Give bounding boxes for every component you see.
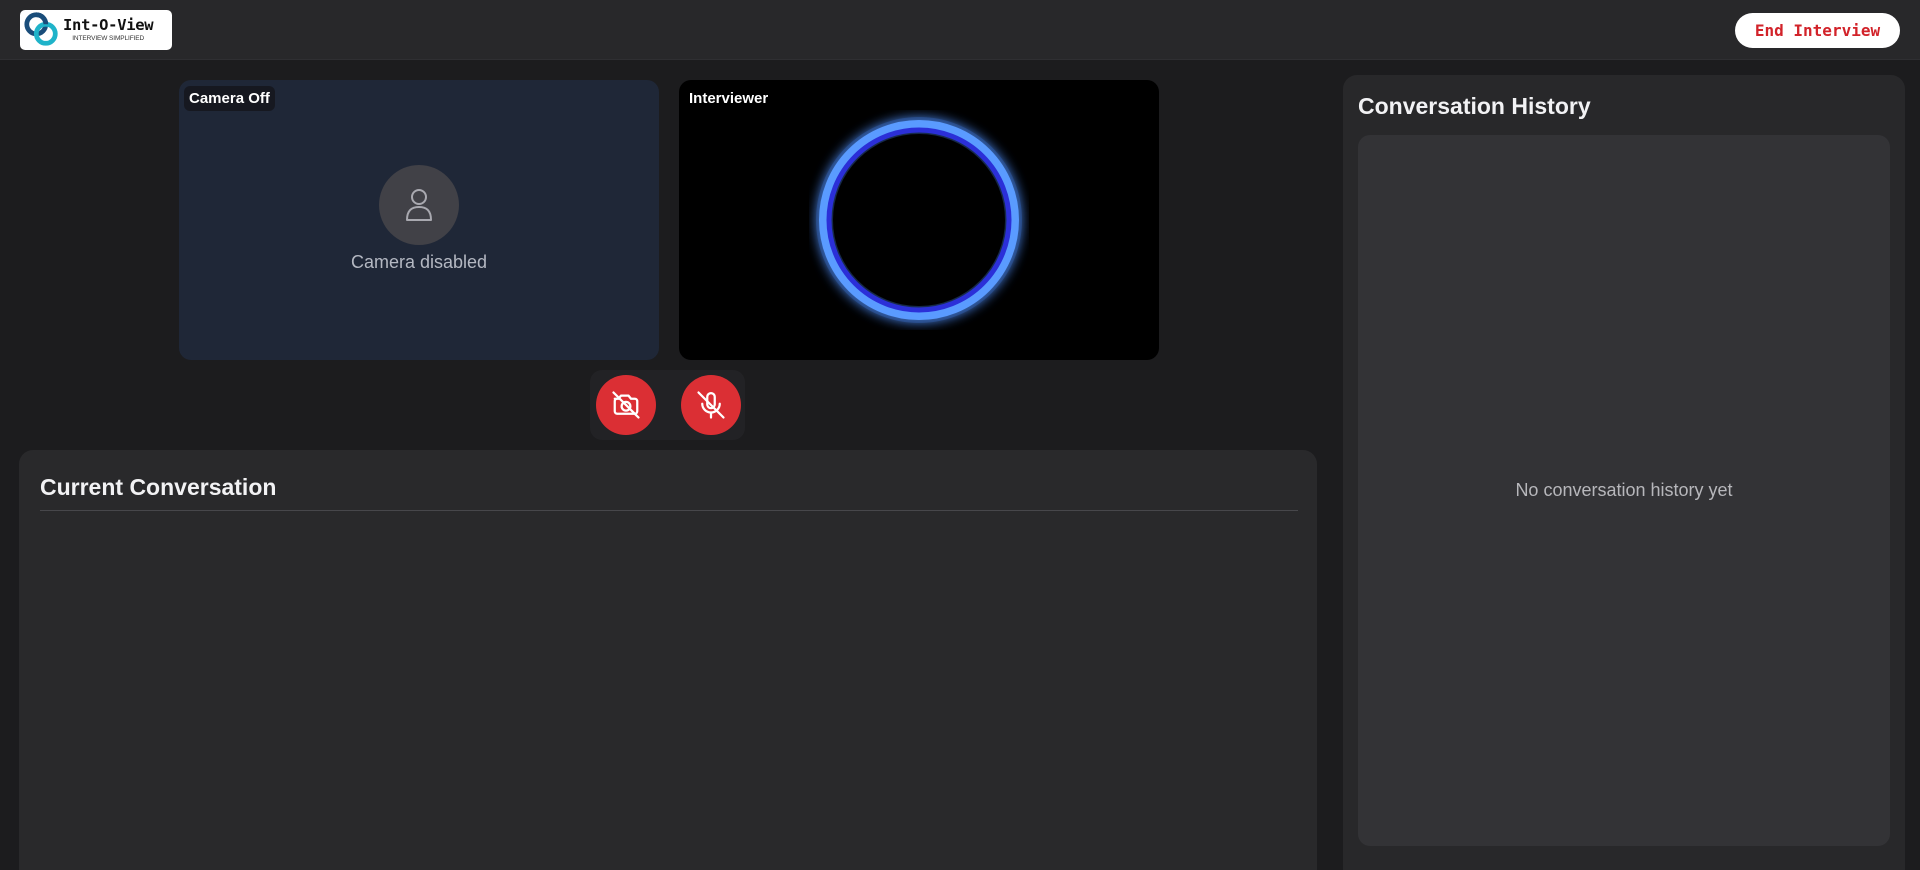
logo-text: Int-O-View INTERVIEW SIMPLIFIED [63, 16, 154, 42]
interviewer-label: Interviewer [689, 90, 769, 107]
history-list[interactable]: No conversation history yet [1358, 135, 1890, 846]
interviewer-orb [816, 117, 1022, 323]
avatar [379, 165, 459, 245]
user-video-tile: Camera Off Camera disabled [179, 80, 659, 360]
toggle-camera-button[interactable] [596, 375, 656, 435]
divider [40, 510, 1298, 511]
user-icon [406, 189, 432, 221]
camera-off-icon [612, 391, 640, 419]
conversation-history-panel: Conversation History No conversation his… [1343, 75, 1905, 870]
current-conversation-panel: Current Conversation [19, 450, 1317, 870]
logo-tagline: INTERVIEW SIMPLIFIED [72, 34, 145, 42]
interviewer-video-tile: Interviewer [679, 80, 1159, 360]
end-interview-button[interactable]: End Interview [1735, 13, 1900, 48]
conversation-history-title: Conversation History [1358, 93, 1591, 119]
logo-name: Int-O-View [63, 16, 154, 34]
camera-disabled-text: Camera disabled [350, 252, 488, 272]
logo[interactable]: Int-O-View INTERVIEW SIMPLIFIED [20, 10, 172, 50]
current-conversation-title: Current Conversation [40, 474, 277, 500]
media-controls [590, 370, 745, 440]
history-empty-text: No conversation history yet [1515, 480, 1733, 500]
camera-off-label: Camera Off [184, 86, 275, 111]
logo-icon [24, 12, 58, 46]
app-header: Int-O-View INTERVIEW SIMPLIFIED End Inte… [0, 0, 1920, 60]
toggle-mic-button[interactable] [681, 375, 741, 435]
mic-off-icon [697, 391, 725, 419]
